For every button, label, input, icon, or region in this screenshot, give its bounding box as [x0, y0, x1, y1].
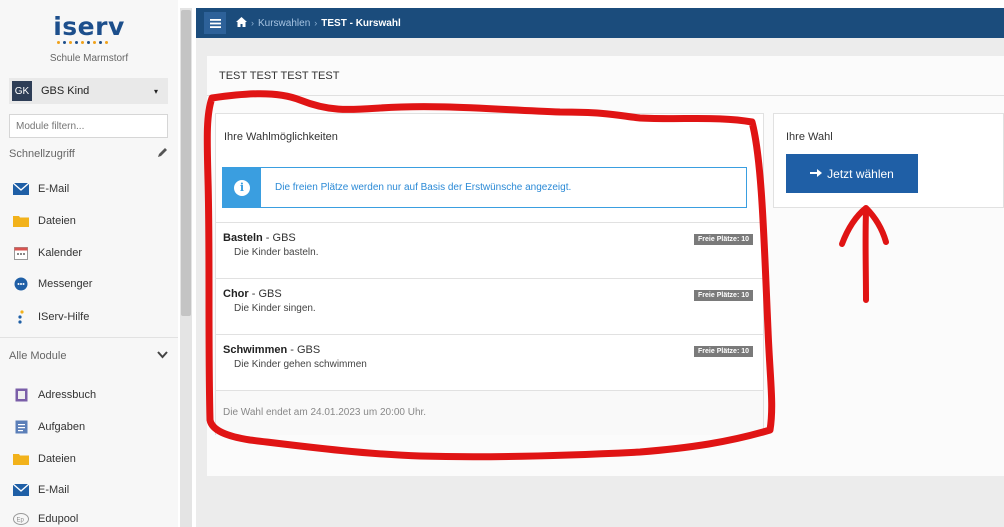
- vote-now-button[interactable]: Jetzt wählen: [786, 154, 918, 193]
- help-icon: [13, 310, 29, 324]
- course-title: Schwimmen - GBS: [223, 344, 320, 356]
- sidebar-item-kalender[interactable]: Kalender: [13, 246, 82, 260]
- sidebar-item-dateien[interactable]: Dateien: [13, 214, 76, 228]
- pencil-icon[interactable]: [157, 147, 168, 161]
- calendar-icon: [13, 246, 29, 260]
- sidebar-item-label: IServ-Hilfe: [38, 311, 90, 323]
- course-item: Schwimmen - GBS Die Kinder gehen schwimm…: [216, 334, 763, 390]
- breadcrumb: › Kurswahlen › TEST - Kurswahl: [236, 16, 401, 30]
- account-name: GBS Kind: [41, 85, 90, 97]
- logo-text: iserv: [53, 12, 125, 41]
- sidebar-item-iserv-hilfe[interactable]: IServ-Hilfe: [13, 310, 89, 324]
- course-name: Basteln: [223, 232, 263, 244]
- course-name: Chor: [223, 288, 249, 300]
- topbar: › Kurswahlen › TEST - Kurswahl: [196, 8, 1004, 38]
- vote-now-label: Jetzt wählen: [827, 166, 894, 181]
- sidebar-item-label: Messenger: [38, 278, 93, 290]
- course-description: Die Kinder basteln.: [234, 247, 319, 258]
- sidebar-item-edupool[interactable]: Ep Edupool: [13, 512, 78, 526]
- course-description: Die Kinder singen.: [234, 303, 316, 314]
- tasks-icon: [13, 420, 29, 434]
- sidebar-item-messenger[interactable]: Messenger: [13, 277, 92, 291]
- info-text: Die freien Plätze werden nur auf Basis d…: [275, 182, 572, 193]
- course-group: - GBS: [287, 344, 321, 356]
- address-book-icon: [13, 388, 29, 402]
- free-places-badge: Freie Plätze: 10: [694, 346, 753, 357]
- title-divider: [207, 95, 1004, 96]
- caret-down-icon: ▾: [153, 86, 158, 96]
- choices-heading: Ihre Wahlmöglichkeiten: [224, 131, 338, 143]
- sidebar-item-label: Adressbuch: [38, 389, 97, 401]
- folder-icon: [13, 452, 29, 466]
- chat-icon: [13, 277, 29, 291]
- sidebar-item-label: Dateien: [38, 215, 76, 227]
- sidebar-item-label: E-Mail: [38, 484, 70, 496]
- module-filter-input[interactable]: [9, 114, 168, 138]
- course-description: Die Kinder gehen schwimmen: [234, 359, 367, 370]
- scrollbar-thumb[interactable]: [181, 10, 191, 316]
- breadcrumb-link-kurswahlen[interactable]: Kurswahlen: [258, 18, 310, 29]
- course-group: - GBS: [248, 288, 282, 300]
- edupool-icon: Ep: [13, 512, 29, 526]
- free-places-badge: Freie Plätze: 10: [694, 290, 753, 301]
- sidebar-item-dateien-module[interactable]: Dateien: [13, 452, 76, 466]
- course-name: Schwimmen: [223, 344, 288, 356]
- sidebar-item-label: Kalender: [38, 247, 83, 259]
- main-content: TEST TEST TEST TEST Ihre Wahlmöglichkeit…: [196, 38, 1004, 527]
- breadcrumb-separator: ›: [314, 18, 318, 28]
- breadcrumb-current: TEST - Kurswahl: [321, 17, 401, 29]
- school-name: Schule Marmstorf: [49, 53, 129, 64]
- page-panel: TEST TEST TEST TEST Ihre Wahlmöglichkeit…: [207, 56, 1004, 476]
- sidebar-item-aufgaben[interactable]: Aufgaben: [13, 420, 85, 434]
- iserv-logo[interactable]: iserv: [0, 12, 178, 44]
- app: iserv Schule Marmstorf GK GBS Kind ▾ Sch…: [0, 0, 1004, 527]
- svg-text:Ep: Ep: [17, 518, 25, 524]
- course-item: Chor - GBS Die Kinder singen. Freie Plät…: [216, 278, 763, 334]
- sidebar-divider: [0, 337, 178, 338]
- account-switcher[interactable]: GK GBS Kind ▾: [9, 78, 168, 104]
- course-item: Basteln - GBS Die Kinder basteln. Freie …: [216, 222, 763, 278]
- chevron-down-icon[interactable]: [157, 350, 168, 362]
- sidebar-item-label: Dateien: [38, 453, 76, 465]
- sidebar-item-email-module[interactable]: E-Mail: [13, 483, 69, 497]
- quick-access-label: Schnellzugriff: [9, 148, 75, 160]
- sidebar-item-label: E-Mail: [38, 183, 70, 195]
- all-modules-label: Alle Module: [9, 350, 67, 362]
- course-title: Basteln - GBS: [223, 232, 296, 244]
- sidebar-item-adressbuch[interactable]: Adressbuch: [13, 388, 96, 402]
- free-places-badge: Freie Plätze: 10: [694, 234, 753, 245]
- my-choice-panel: Ihre Wahl Jetzt wählen: [773, 113, 1004, 208]
- sidebar-item-email[interactable]: E-Mail: [13, 182, 69, 196]
- hamburger-menu-icon[interactable]: [204, 12, 226, 34]
- info-icon-box: i: [223, 168, 261, 207]
- all-modules-header[interactable]: Alle Module: [9, 350, 168, 362]
- deadline-text: Die Wahl endet am 24.01.2023 um 20:00 Uh…: [223, 407, 427, 418]
- course-title: Chor - GBS: [223, 288, 282, 300]
- choices-panel: Ihre Wahlmöglichkeiten i Die freien Plät…: [215, 113, 764, 435]
- account-avatar: GK: [12, 81, 32, 101]
- sidebar-scrollbar[interactable]: [180, 8, 192, 527]
- arrow-right-icon: [810, 167, 823, 181]
- course-group: - GBS: [262, 232, 296, 244]
- info-alert: i Die freien Plätze werden nur auf Basis…: [222, 167, 747, 208]
- envelope-icon: [13, 483, 29, 497]
- envelope-icon: [13, 182, 29, 196]
- breadcrumb-separator: ›: [251, 18, 254, 28]
- quick-access-header: Schnellzugriff: [9, 147, 168, 161]
- info-icon: i: [234, 179, 250, 196]
- my-choice-heading: Ihre Wahl: [786, 131, 833, 143]
- sidebar: iserv Schule Marmstorf GK GBS Kind ▾ Sch…: [0, 0, 178, 527]
- logo-dots: [57, 41, 117, 44]
- folder-icon: [13, 214, 29, 228]
- sidebar-item-label: Aufgaben: [38, 421, 86, 433]
- page-title: TEST TEST TEST TEST: [219, 70, 340, 82]
- sidebar-item-label: Edupool: [38, 513, 79, 525]
- deadline-footer: Die Wahl endet am 24.01.2023 um 20:00 Uh…: [216, 390, 763, 435]
- home-icon[interactable]: [236, 16, 247, 30]
